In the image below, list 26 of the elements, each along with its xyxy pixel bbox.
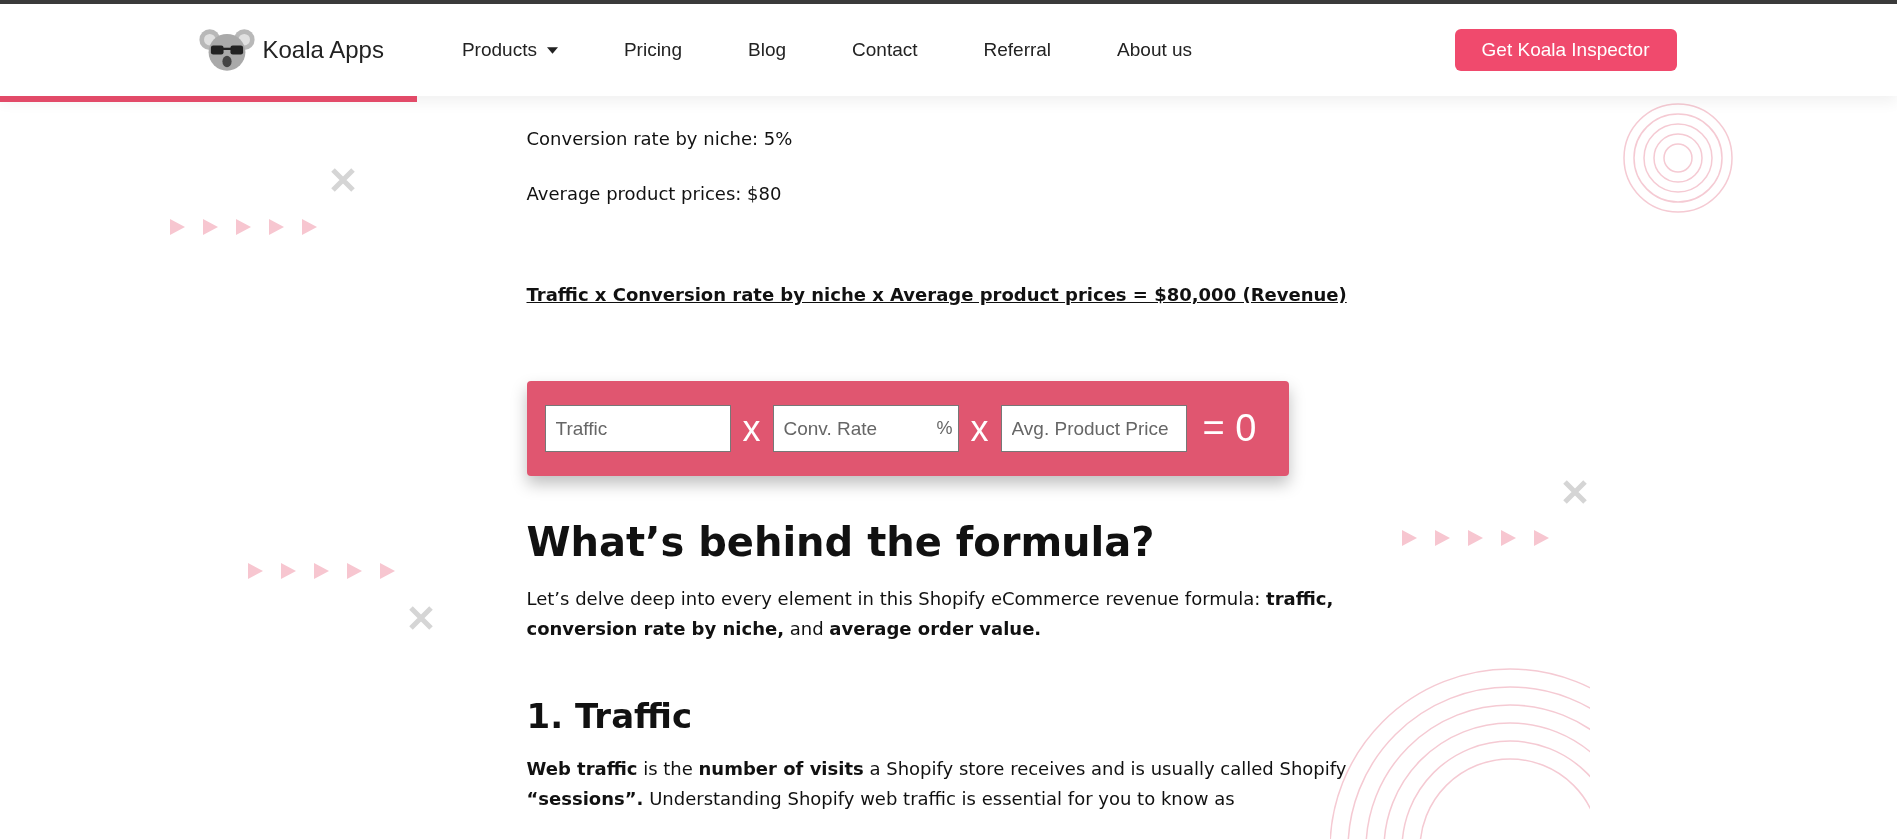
multiply-sign: x <box>970 407 989 450</box>
nav-link[interactable]: About us <box>1084 39 1226 61</box>
caret-icon <box>546 46 558 54</box>
cross-icon <box>1562 479 1588 505</box>
calculator-result: = 0 <box>1202 407 1257 450</box>
percent-suffix: % <box>936 418 953 439</box>
calculator-input[interactable]: Avg. Product Price <box>1000 405 1187 452</box>
subsection-heading: 1. Traffic <box>526 696 694 736</box>
cross-icon <box>330 167 356 193</box>
body-text: Conversion rate by niche: 5% <box>526 127 794 151</box>
brand-link[interactable]: Koala Apps <box>198 27 384 73</box>
nav-link[interactable]: Products <box>428 39 591 61</box>
cross-icon <box>408 605 434 631</box>
section-heading: What’s behind the formula? <box>526 518 1156 566</box>
get-inspector-button[interactable]: Get Koala Inspector <box>1454 29 1677 71</box>
calculator-input[interactable]: Traffic <box>544 405 731 452</box>
nav-link[interactable]: Referral <box>950 39 1085 61</box>
nav-link[interactable]: Pricing <box>590 39 715 61</box>
koala-icon <box>198 27 255 73</box>
body-paragraph: Let’s delve deep into every element in this Shopify eCommerce revenue formula: traffic, conversion rate by niche, and average order value. <box>526 587 1335 641</box>
nav-link[interactable]: Contact <box>819 39 951 61</box>
nav-link[interactable]: Blog <box>715 39 820 61</box>
body-text: Average product prices: $80 <box>526 182 783 206</box>
formula-text: Traffic x Conversion rate by niche x Average product prices = $80,000 (Revenue) <box>526 284 1348 305</box>
body-paragraph: Web traffic is the number of visits a Shopify store receives and is usually called Shopify “sessions”. Understanding Shopify web traffic is essential for you to know as <box>526 757 1348 811</box>
multiply-sign: x <box>742 407 761 450</box>
